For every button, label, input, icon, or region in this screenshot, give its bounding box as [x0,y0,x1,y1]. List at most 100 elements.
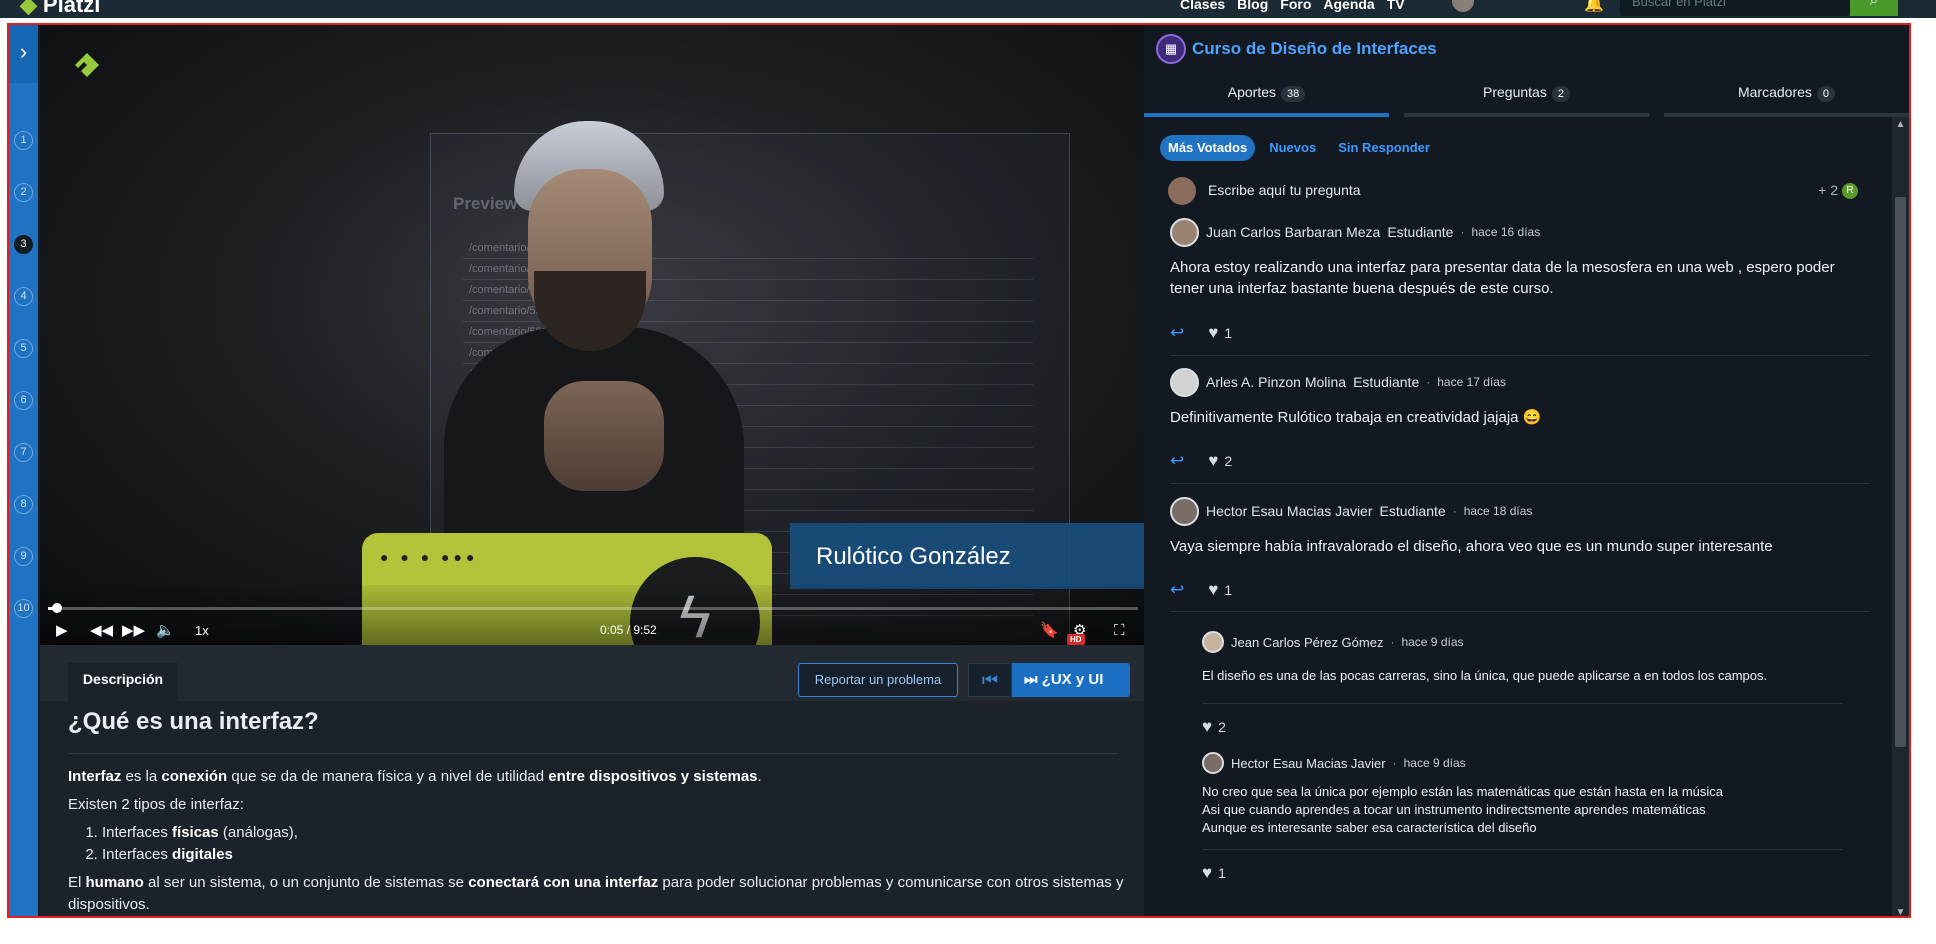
filter-mas-votados[interactable]: Más Votados [1160,135,1256,161]
avatar[interactable] [1170,217,1199,247]
user-avatar[interactable] [1452,0,1474,12]
skip-previous-icon: ⏮ [981,670,999,690]
scroll-up-icon[interactable]: ▲ [1892,119,1909,130]
like-button[interactable]: ♥ 1 [1208,323,1232,343]
filter-sin-responder[interactable]: Sin Responder [1330,135,1438,161]
tab-preguntas[interactable]: Preguntas 2 [1404,69,1649,117]
progress-bar[interactable] [48,603,1138,613]
scroll-thumb[interactable] [1895,197,1906,747]
like-button[interactable]: ♥ 1 [1202,863,1226,883]
divider [68,753,1118,754]
comment-header: Juan Carlos Barbaran Meza Estudiante · h… [1170,217,1540,247]
step-2[interactable]: 2 [14,183,33,202]
tab-marcadores[interactable]: Marcadores 0 [1664,69,1909,117]
tab-descripcion[interactable]: Descripción [68,663,178,701]
nav-blog[interactable]: Blog [1237,0,1268,12]
comment-author[interactable]: Hector Esau Macias Javier [1206,503,1373,519]
like-button[interactable]: ♥ 2 [1202,717,1226,737]
comment-author[interactable]: Juan Carlos Barbaran Meza [1206,224,1380,240]
nav-agenda[interactable]: Agenda [1323,0,1374,12]
step-list: 1 2 3 4 5 6 7 8 9 10 [14,131,34,651]
like-button[interactable]: ♥ 2 [1208,451,1232,471]
divider [1170,483,1870,484]
time-display: 0:05 / 9:52 [600,623,657,637]
discussion-tabs: Aportes 38 Preguntas 2 Marcadores 0 [1144,69,1909,117]
avatar[interactable] [1170,367,1199,397]
avatar[interactable] [1202,752,1224,774]
fullscreen-icon[interactable]: ⛶ [1114,621,1125,641]
comment-date: hace 18 días [1463,504,1533,518]
step-1[interactable]: 1 [14,131,33,150]
bookmark-icon[interactable]: 🔖 [1040,621,1059,641]
step-4[interactable]: 4 [14,287,33,306]
top-nav: Clases Blog Foro Agenda TV [1180,0,1405,12]
nav-tv[interactable]: TV [1387,0,1405,12]
bell-icon[interactable]: 🔔 [1584,0,1604,14]
comment-author[interactable]: Arles A. Pinzon Molina [1206,374,1346,390]
nav-foro[interactable]: Foro [1280,0,1311,12]
avatar[interactable] [1202,631,1224,653]
divider [1170,611,1870,612]
step-9[interactable]: 9 [14,547,33,566]
rewind-icon[interactable]: ◀◀ [90,621,113,641]
divider [1170,355,1870,356]
reply-icon[interactable]: ↩ [1170,580,1184,600]
avatar[interactable] [1170,496,1199,526]
nav-clases[interactable]: Clases [1180,0,1225,12]
presenter-lower-third: Rulótico González [790,523,1144,589]
class-steps-strip: › 1 2 3 4 5 6 7 8 9 10 [9,25,38,916]
comment-header: Arles A. Pinzon Molina Estudiante · hace… [1170,367,1506,397]
comment-role: Estudiante [1379,503,1446,519]
previous-class-button[interactable]: ⏮ [968,663,1012,697]
filter-nuevos[interactable]: Nuevos [1261,135,1324,161]
class-content: Descripción Reportar un problema ⏮ ⏭ ¿UX… [40,645,1144,916]
points-icon: R [1842,183,1858,200]
play-icon[interactable]: ▶ [56,621,68,641]
comment-filters: Más Votados Nuevos Sin Responder [1160,135,1438,161]
tab-count: 2 [1551,86,1570,102]
laptop-stickers: ● ● ● ●●● [380,549,479,565]
video-player[interactable]: Preview Data /comentario/556.../comentar… [40,25,1144,645]
scroll-down-icon[interactable]: ▼ [1892,907,1909,916]
speed-button[interactable]: 1x [195,621,209,641]
comments-scrollbar[interactable]: ▲ ▼ [1892,117,1909,916]
next-class-label: ¿UX y UI [1041,671,1104,688]
step-10[interactable]: 10 [14,599,33,618]
dot-separator: · [1460,225,1465,239]
comment-body: Definitivamente Rulótico trabaja en crea… [1170,409,1542,426]
progress-knob[interactable] [51,603,62,613]
next-class-button[interactable]: ⏭ ¿UX y UI [1012,663,1130,697]
course-title[interactable]: Curso de Diseño de Interfaces [1192,39,1437,59]
chevron-right-icon[interactable]: › [9,25,38,83]
reply-icon[interactable]: ↩ [1170,323,1184,343]
course-badge-icon: ▦ [1156,34,1186,64]
interface-types-list: Interfaces físicas (análogas), Interface… [102,822,1128,866]
ask-input[interactable]: Escribe aquí tu pregunta [1208,182,1361,198]
ask-question-box[interactable]: Escribe aquí tu pregunta + 2R [1168,175,1858,207]
comment-line: Asi que cuando aprendes a tocar un instr… [1202,802,1706,817]
search-input[interactable]: Buscar en Platzi [1620,0,1850,16]
step-3[interactable]: 3 [14,235,33,254]
search-button[interactable]: ⌕ [1850,0,1898,16]
search-icon: ⌕ [1869,0,1879,9]
forward-icon[interactable]: ▶▶ [122,621,145,641]
report-problem-button[interactable]: Reportar un problema [798,663,958,697]
volume-icon[interactable]: 🔈 [156,621,175,641]
comment-actions: ↩ ♥ 2 [1170,451,1232,471]
reply-icon[interactable]: ↩ [1170,451,1184,471]
list-item: Interfaces digitales [102,844,1128,866]
article-paragraph-2: Existen 2 tipos de interfaz: [68,796,244,813]
comment-author[interactable]: Hector Esau Macias Javier [1231,756,1386,771]
step-6[interactable]: 6 [14,391,33,410]
step-5[interactable]: 5 [14,339,33,358]
platzi-logo[interactable]: ◆ Platzi [20,0,100,18]
heart-icon: ♥ [1208,323,1219,342]
comment-author[interactable]: Jean Carlos Pérez Gómez [1231,635,1383,650]
comment-actions: ♥ 1 [1202,863,1226,883]
step-7[interactable]: 7 [14,443,33,462]
tab-count: 38 [1281,86,1306,102]
like-button[interactable]: ♥ 1 [1208,580,1232,600]
step-8[interactable]: 8 [14,495,33,514]
time-current: 0:05 [600,623,624,637]
tab-aportes[interactable]: Aportes 38 [1144,69,1389,117]
